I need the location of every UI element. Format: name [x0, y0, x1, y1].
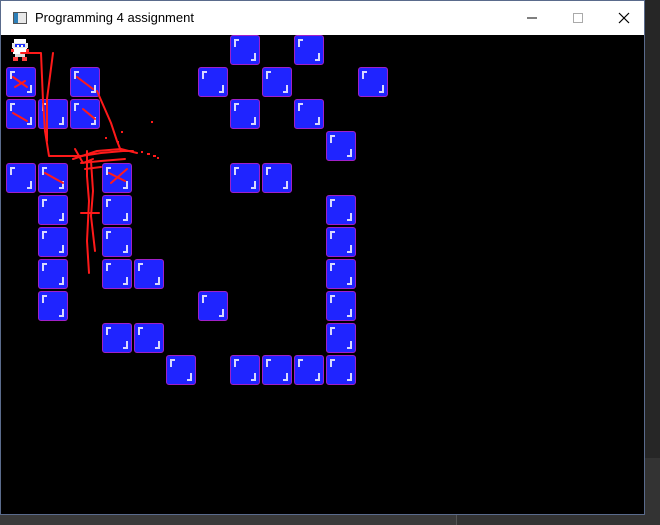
level-block [230, 355, 260, 385]
maximize-button[interactable] [555, 1, 601, 35]
level-block [326, 355, 356, 385]
player-sprite-icon [11, 39, 29, 61]
minimize-icon [527, 17, 537, 19]
level-block [198, 67, 228, 97]
level-block [70, 67, 100, 97]
maximize-icon [573, 13, 583, 23]
level-block [38, 99, 68, 129]
level-block [326, 131, 356, 161]
level-block [326, 195, 356, 225]
game-canvas[interactable] [1, 35, 644, 514]
level-block [38, 227, 68, 257]
level-block [198, 291, 228, 321]
level-block [262, 355, 292, 385]
close-button[interactable] [601, 1, 647, 35]
level-block [102, 163, 132, 193]
level-block [6, 163, 36, 193]
window-title: Programming 4 assignment [35, 10, 194, 25]
level-block [38, 163, 68, 193]
app-icon [13, 12, 27, 24]
level-block [6, 99, 36, 129]
level-block [262, 163, 292, 193]
level-block [230, 35, 260, 65]
level-block [38, 259, 68, 289]
level-block [166, 355, 196, 385]
level-block [358, 67, 388, 97]
level-block [102, 227, 132, 257]
level-block [326, 291, 356, 321]
level-block [38, 195, 68, 225]
level-block [230, 163, 260, 193]
level-block [102, 259, 132, 289]
close-icon [618, 12, 630, 24]
level-block [294, 355, 324, 385]
level-block [38, 291, 68, 321]
level-block [134, 259, 164, 289]
level-block [102, 195, 132, 225]
level-block [262, 67, 292, 97]
level-block [294, 35, 324, 65]
title-bar[interactable]: Programming 4 assignment [1, 1, 644, 35]
level-block [134, 323, 164, 353]
minimize-button[interactable] [509, 1, 555, 35]
level-block [102, 323, 132, 353]
level-block [326, 323, 356, 353]
level-block [6, 67, 36, 97]
level-block [230, 99, 260, 129]
level-block [70, 99, 100, 129]
app-window: Programming 4 assignment [0, 0, 645, 515]
level-block [326, 259, 356, 289]
level-block [294, 99, 324, 129]
level-block [326, 227, 356, 257]
